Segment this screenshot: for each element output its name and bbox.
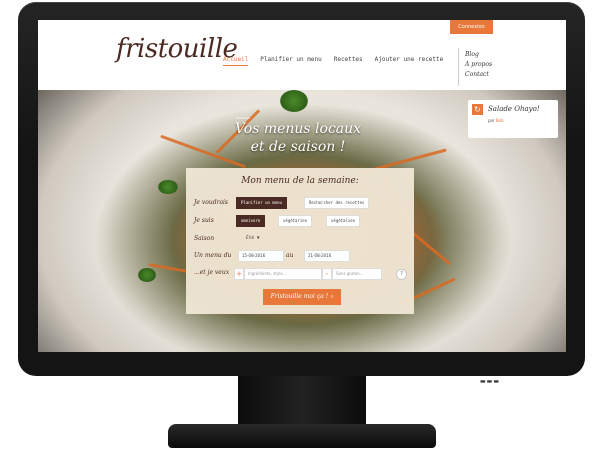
help-icon[interactable]: ? [396,269,407,280]
author-link[interactable]: Bob [496,118,504,123]
option-rechercher-recettes[interactable]: Rechercher des recettes [304,197,370,209]
nav-item-planifier[interactable]: Planifier un menu [260,56,321,66]
and-label: ...et je veux [194,269,230,276]
submit-button[interactable]: Fristouille moi ça ! ⌕ [263,289,341,305]
connexion-button[interactable]: Connexion [450,20,493,34]
nav-item-contact[interactable]: Contact [465,70,492,80]
nav-item-blog[interactable]: Blog [465,50,492,60]
date-to-input[interactable]: 21-08-2016 [304,250,350,262]
date-from-input[interactable]: 15-08-2016 [238,250,284,262]
herb-garnish [280,90,308,112]
diet-label: Je suis [194,217,214,224]
date-to-label: au [286,252,294,259]
submit-label: Fristouille moi ça ! [270,293,329,300]
nav-item-ajouter[interactable]: Ajouter une recette [375,56,444,66]
tagline-line-1: Vos menus locaux [234,121,362,137]
menu-form-panel: Mon menu de la semaine: Je voudrais Plan… [186,168,414,314]
option-vegetalien[interactable]: végétalien [326,215,361,227]
monitor-stand-neck [238,376,366,428]
option-omnivore[interactable]: omnivore [236,215,266,227]
site-header: Connexion fristouille Accueil Planifier … [38,20,566,90]
form-title: Mon menu de la semaine: [241,176,359,186]
secondary-nav: Blog A propos Contact [465,50,492,80]
main-nav: Accueil Planifier un menu Recettes Ajout… [223,56,443,66]
hero-image: fristouille Vos menus locaux et de saiso… [38,90,566,352]
recipe-title[interactable]: Salade Ohayo! [488,105,540,113]
add-ingredient-icon[interactable]: + [234,268,244,280]
recipe-author: par Bob [488,118,504,123]
nav-item-a-propos[interactable]: A propos [465,60,492,70]
nav-item-recettes[interactable]: Recettes [334,56,363,66]
search-icon: ⌕ [330,293,334,300]
option-vegetarien[interactable]: végétarien [278,215,313,227]
nav-item-accueil[interactable]: Accueil [223,56,249,66]
option-planifier-menu[interactable]: Planifier un menu [236,197,287,209]
header-divider [458,48,459,86]
herb-garnish [158,180,178,194]
exclude-input[interactable]: Sans gluten... [332,268,382,280]
refresh-icon[interactable]: ↻ [472,104,483,115]
site-logo[interactable]: fristouille [116,34,238,64]
screen: Connexion fristouille Accueil Planifier … [38,20,566,352]
hero-tagline: Vos menus locaux et de saison ! [228,120,368,156]
season-label: Saison [194,235,215,242]
author-prefix: par [488,118,495,123]
remove-ingredient-icon[interactable]: - [322,268,332,280]
menu-date-label: Un menu du [194,252,232,259]
ingredients-input[interactable]: Ingrédients, style... [244,268,322,280]
season-select[interactable]: Été ▼ [246,236,260,241]
herb-garnish [138,268,156,282]
monitor-indicator: ▬▬▬ [480,378,501,385]
tagline-line-2: et de saison ! [250,139,346,155]
monitor-stand-base [168,424,436,448]
want-label: Je voudrais [194,199,229,206]
featured-recipe-card[interactable]: ↻ Salade Ohayo! par Bob [468,100,558,138]
